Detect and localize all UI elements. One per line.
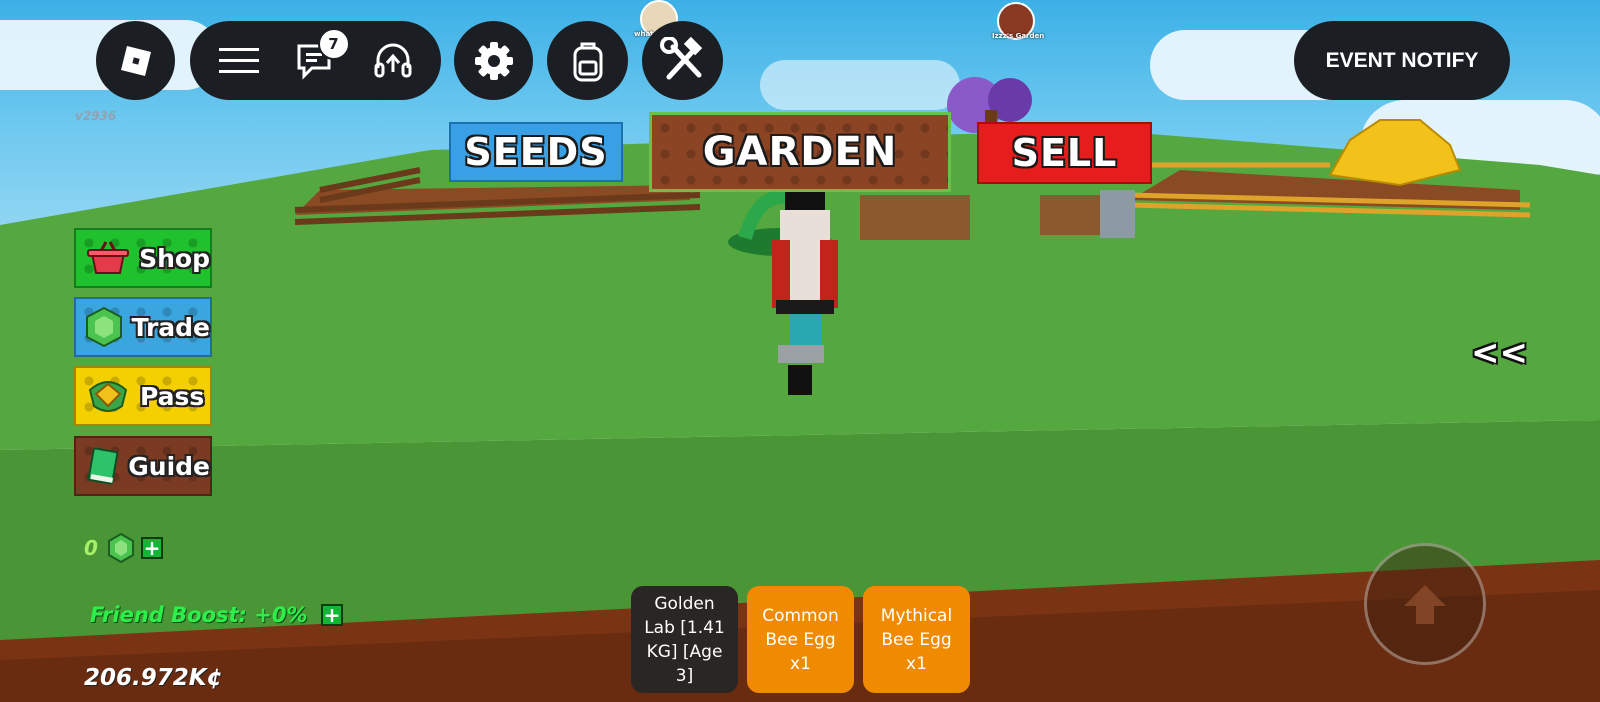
backpack-icon [573, 42, 602, 81]
backpack-button[interactable] [547, 21, 628, 100]
shop-button[interactable]: Shop [74, 228, 212, 288]
garden-sign-label: GARDEN [702, 129, 898, 175]
hotbar-slot-label: Golden Lab [1.41 KG] [Age 3] [644, 593, 725, 686]
event-notify-button[interactable]: EVENT NOTIFY [1294, 21, 1510, 100]
friend-boost-add-button[interactable]: + [321, 604, 343, 626]
guide-button[interactable]: Guide [74, 436, 212, 496]
gear-icon [474, 41, 513, 80]
hamburger-menu-icon[interactable] [218, 46, 259, 76]
pass-emblem-icon [82, 370, 134, 422]
seeds-sign[interactable]: SEEDS [449, 122, 623, 182]
shop-label: Shop [139, 243, 210, 273]
hotbar-slot-label: Common Bee Egg x1 [762, 605, 839, 674]
trade-gem-icon [82, 301, 126, 353]
chat-icon[interactable]: 7 [296, 27, 350, 80]
hammer-wrench-icon [659, 36, 702, 79]
sell-sign[interactable]: SELL [977, 122, 1152, 184]
up-arrow-icon [1404, 585, 1446, 624]
coin-gem-icon [108, 533, 134, 563]
voice-headset-icon[interactable] [373, 42, 413, 80]
garden-sign[interactable]: GARDEN [649, 112, 951, 192]
roblox-menu-button[interactable] [96, 21, 175, 100]
friend-boost-label: Friend Boost: +0% [90, 603, 308, 627]
roblox-logo-icon [120, 45, 151, 76]
currency-value: 206.972K¢ [84, 665, 223, 691]
player-nameplate-2: Izzz's Garden [992, 32, 1045, 40]
hotbar-slot-label: Mythical Bee Egg x1 [880, 605, 953, 674]
guide-book-icon [82, 440, 122, 492]
coins-value: 0 [84, 536, 98, 560]
hotbar-slot-common-bee-egg[interactable]: Common Bee Egg x1 [747, 586, 854, 693]
sell-sign-label: SELL [1011, 131, 1118, 175]
hotbar-slot-golden-lab[interactable]: Golden Lab [1.41 KG] [Age 3] [631, 586, 738, 693]
add-coins-button[interactable]: + [141, 537, 163, 559]
pass-label: Pass [140, 381, 205, 411]
hotbar-slot-mythical-bee-egg[interactable]: Mythical Bee Egg x1 [863, 586, 970, 693]
pass-button[interactable]: Pass [74, 366, 212, 426]
settings-button[interactable] [454, 21, 533, 100]
shopping-basket-icon [82, 232, 133, 284]
collapse-panel-button[interactable]: << [1471, 333, 1528, 373]
seeds-sign-label: SEEDS [464, 130, 608, 174]
trade-label: Trade [131, 312, 210, 342]
version-label: v2936 [75, 109, 117, 123]
chat-badge: 7 [317, 27, 350, 60]
jump-button[interactable] [1364, 543, 1486, 665]
guide-label: Guide [128, 451, 210, 481]
trade-button[interactable]: Trade [74, 297, 212, 357]
core-controls-group: 7 [190, 21, 441, 100]
build-tools-button[interactable] [642, 21, 723, 100]
